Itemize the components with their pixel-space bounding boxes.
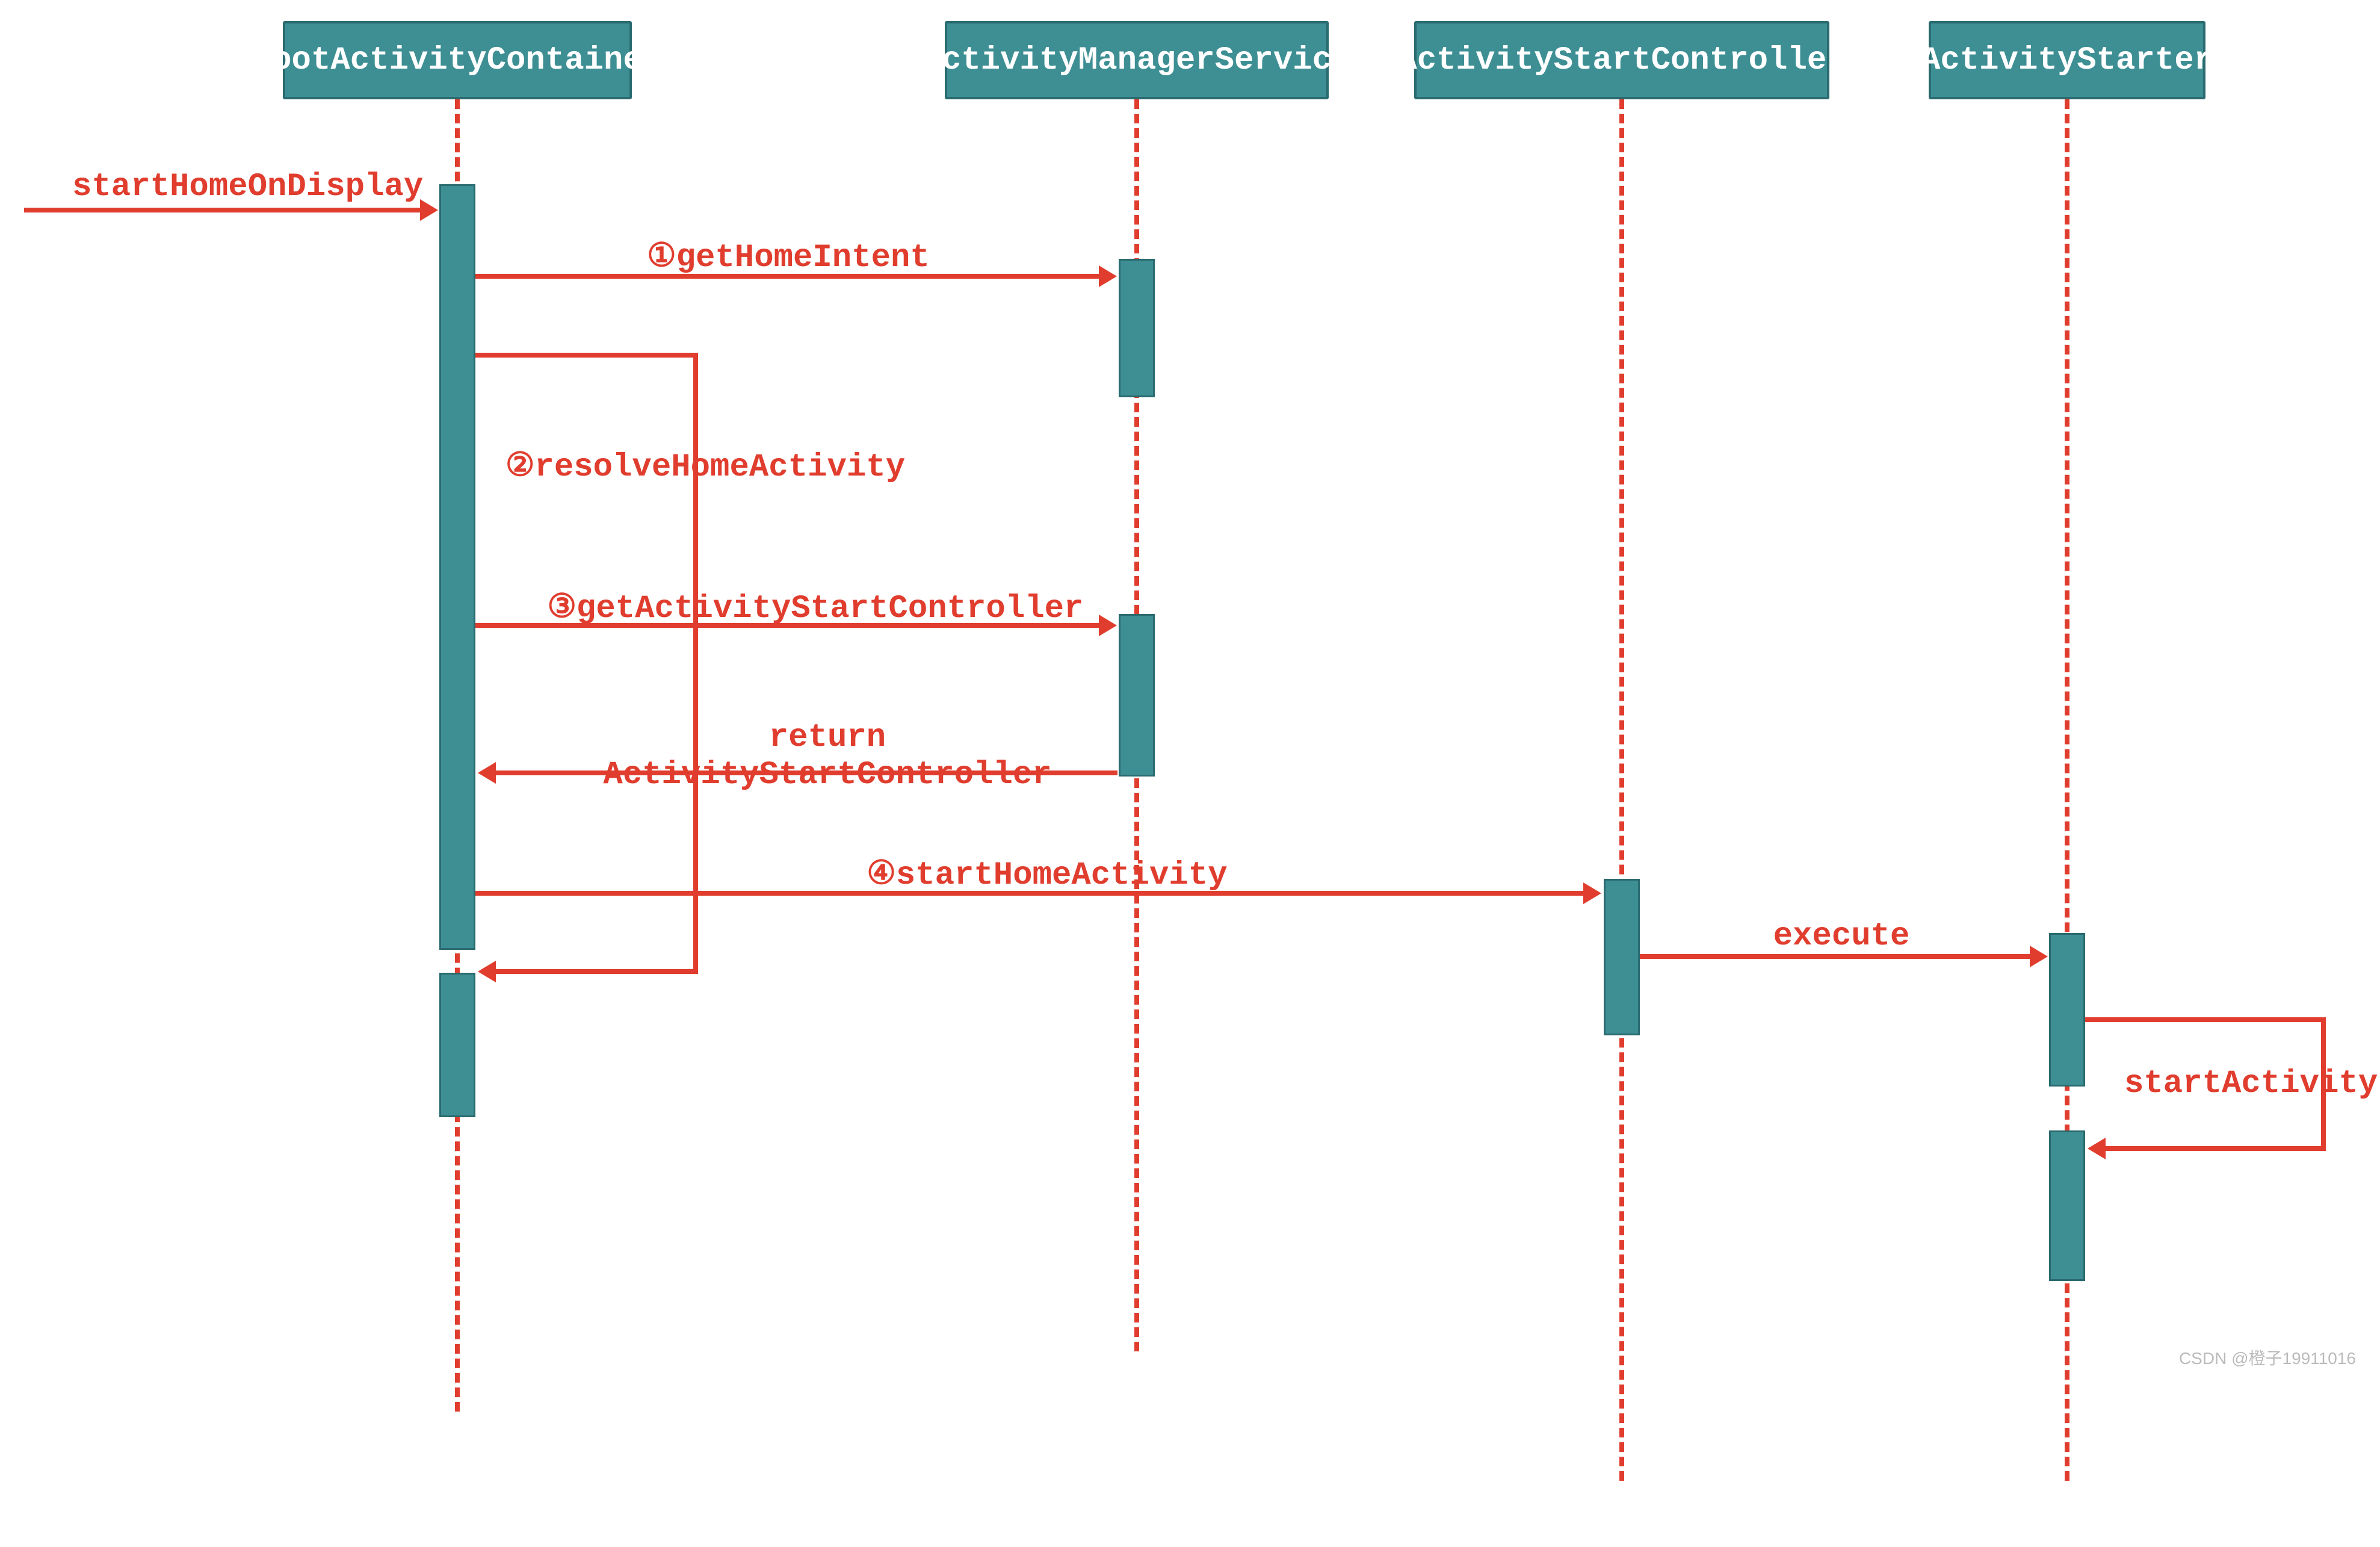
loop-startact-top: [2085, 1017, 2326, 1022]
participant-root-activity-container: RootActivityContainer: [283, 21, 632, 99]
loop-resolve-bottom: [495, 969, 698, 974]
loop-resolve-top: [475, 353, 698, 358]
label-execute: execute: [1763, 918, 1920, 955]
activation-as-1: [2049, 933, 2085, 1087]
activation-root-2: [439, 973, 475, 1117]
participant-activity-start-controller: ActivityStartController: [1414, 21, 1829, 99]
participant-label: ActivityManagerService: [923, 42, 1352, 79]
activation-as-2: [2049, 1130, 2085, 1281]
label-start-home-activity: ④startHomeActivity: [861, 854, 1234, 894]
participant-activity-manager-service: ActivityManagerService: [945, 21, 1329, 99]
participant-label: ActivityStartController: [1397, 42, 1846, 79]
label-resolve-home: ②resolveHomeActivity: [505, 445, 897, 486]
participant-label: ActivityStarter: [1921, 42, 2213, 79]
watermark: CSDN @橙子19911016: [2179, 1345, 2356, 1369]
label-return-asc: return ActivityStartController: [602, 719, 1053, 794]
label-get-asc: ③getActivityStartController: [545, 587, 1086, 627]
lifeline-asc: [1619, 99, 1624, 1481]
arrow-execute: [1640, 954, 2031, 959]
label-start-home: startHomeOnDisplay: [72, 169, 415, 205]
label-get-home-intent: ①getHomeIntent: [638, 236, 939, 276]
participant-label: RootActivityContainer: [253, 42, 663, 79]
activation-ams-2: [1119, 614, 1155, 777]
label-start-activity: startActivity: [2124, 1065, 2377, 1102]
activation-ams-1: [1119, 259, 1155, 397]
loop-startact-bottom: [2104, 1146, 2326, 1151]
participant-activity-starter: ActivityStarter: [1929, 21, 2205, 99]
activation-asc: [1604, 879, 1640, 1035]
activation-root-1: [439, 184, 475, 950]
arrow-start-home: [24, 208, 421, 212]
